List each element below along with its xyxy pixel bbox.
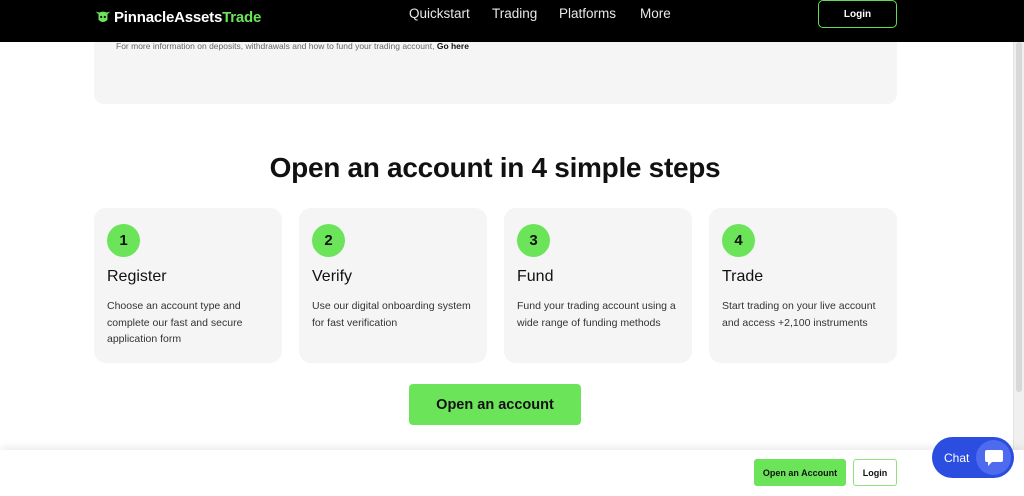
step-description: Start trading on your live account and a… xyxy=(722,300,876,329)
info-description: For more information on deposits, withdr… xyxy=(116,41,435,51)
open-account-button[interactable]: Open an account xyxy=(409,384,581,425)
brand-name: PinnacleAssetsTrade xyxy=(114,8,262,26)
nav-platforms[interactable]: Platforms xyxy=(559,6,616,21)
step-title: Register xyxy=(107,268,167,285)
step-description: Fund your trading account using a wide r… xyxy=(517,300,676,329)
scrollbar-thumb[interactable] xyxy=(1016,42,1022,392)
brand-logo[interactable]: PinnacleAssetsTrade xyxy=(94,7,261,27)
top-navbar: PinnacleAssetsTrade Quickstart Trading P… xyxy=(0,0,1024,42)
nav-trading[interactable]: Trading xyxy=(492,6,537,21)
step-title: Fund xyxy=(517,268,554,285)
step-number-badge: 4 xyxy=(722,224,755,257)
go-here-link[interactable]: Go here xyxy=(437,41,469,51)
step-number-badge: 1 xyxy=(107,224,140,257)
step-description: Choose an account type and complete our … xyxy=(107,300,243,345)
page: For more information on deposits, withdr… xyxy=(0,0,1024,496)
nav-quickstart[interactable]: Quickstart xyxy=(409,6,470,21)
step-card-trade: 4 Trade Start trading on your live accou… xyxy=(709,208,897,363)
nav-more[interactable]: More xyxy=(640,6,671,21)
chat-label: Chat xyxy=(944,450,970,465)
page-scrollbar[interactable] xyxy=(1013,42,1024,450)
step-title: Trade xyxy=(722,268,764,285)
chat-widget-button[interactable]: Chat xyxy=(932,437,1014,478)
step-card-verify: 2 Verify Use our digital onboarding syst… xyxy=(299,208,487,363)
step-number-badge: 2 xyxy=(312,224,345,257)
step-description: Use our digital onboarding system for fa… xyxy=(312,300,471,329)
logo-bull-icon xyxy=(95,11,111,22)
step-title: Verify xyxy=(312,268,353,285)
step-number-badge: 3 xyxy=(517,224,550,257)
info-text: For more information on deposits, withdr… xyxy=(116,41,469,51)
chat-bubble-icon xyxy=(976,440,1011,475)
bottom-login-button[interactable]: Login xyxy=(853,459,897,486)
page-title: Open an account in 4 simple steps xyxy=(269,152,721,183)
step-card-register: 1 Register Choose an account type and co… xyxy=(94,208,282,363)
header-login-button[interactable]: Login xyxy=(818,0,897,28)
step-card-fund: 3 Fund Fund your trading account using a… xyxy=(504,208,692,363)
bottom-open-account-button[interactable]: Open an Account xyxy=(754,459,846,486)
